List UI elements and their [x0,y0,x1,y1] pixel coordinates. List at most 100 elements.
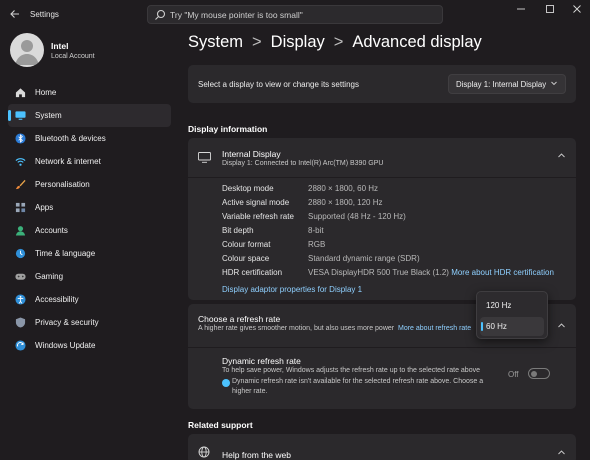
app-title: Settings [30,10,59,19]
refresh-option-label: 120 Hz [486,301,512,310]
chevron-up-icon[interactable] [557,151,566,162]
sidebar-nav: Home System Bluetooth & devices Network … [8,81,171,357]
sidebar-item-personalisation[interactable]: Personalisation [8,173,171,196]
sidebar-item-accessibility[interactable]: Accessibility [8,288,171,311]
help-from-web-label: Help from the web [222,450,291,460]
toggle-knob [531,370,537,377]
info-value: 2880 × 1800, 120 Hz [308,198,383,207]
maximize-icon[interactable] [541,4,559,16]
help-from-web-card[interactable]: Help from the web [188,434,576,460]
close-icon[interactable] [568,4,586,16]
wifi-icon [15,158,26,166]
update-icon [15,340,26,351]
sidebar: Intel Local Account Home System Bluetoot… [0,30,180,460]
sidebar-item-windows-update[interactable]: Windows Update [8,334,171,357]
info-key: Colour space [222,254,270,263]
sidebar-item-label: Apps [35,203,54,212]
sidebar-item-label: Bluetooth & devices [35,134,106,143]
sidebar-item-system[interactable]: System [8,104,171,127]
system-icon [15,111,26,120]
user-name: Intel [51,41,69,51]
info-value: VESA DisplayHDR 500 True Black (1.2) Mor… [308,268,554,277]
breadcrumb-system[interactable]: System [188,33,243,51]
refresh-option-120hz[interactable]: 120 Hz [480,296,544,315]
display-information-card: Internal Display Display 1: Connected to… [188,138,576,300]
info-key: Bit depth [222,226,254,235]
accounts-icon [15,226,26,236]
sidebar-item-apps[interactable]: Apps [8,196,171,219]
sidebar-item-network[interactable]: Network & internet [8,150,171,173]
display-description: Display 1: Connected to Intel(R) Arc(TM)… [222,160,384,167]
toggle-state-label: Off [508,370,519,379]
monitor-icon [198,152,211,163]
sidebar-item-label: Home [35,88,57,97]
info-key: HDR certification [222,268,283,277]
dynamic-refresh-description: To help save power, Windows adjusts the … [222,367,480,374]
breadcrumb-display[interactable]: Display [271,33,325,51]
search-box[interactable] [147,5,443,24]
sidebar-item-label: Gaming [35,272,64,281]
display-information-header[interactable]: Internal Display Display 1: Connected to… [188,138,576,178]
refresh-rate-description-text: A higher rate gives smoother motion, but… [198,325,395,332]
display-information-heading: Display information [188,124,268,134]
globe-clock-icon [15,248,26,259]
sidebar-item-label: Accounts [35,226,68,235]
sidebar-item-gaming[interactable]: Gaming [8,265,171,288]
refresh-option-label: 60 Hz [486,322,507,331]
gamepad-icon [15,273,26,280]
refresh-rate-link[interactable]: More about refresh rate [398,325,471,332]
hdr-certification-link[interactable]: More about HDR certification [451,268,554,277]
info-value: Standard dynamic range (SDR) [308,254,420,263]
sidebar-item-bluetooth[interactable]: Bluetooth & devices [8,127,171,150]
sidebar-item-accounts[interactable]: Accounts [8,219,171,242]
info-key: Colour format [222,240,271,249]
sidebar-item-label: Windows Update [35,341,96,350]
info-icon [222,379,230,387]
info-key: Variable refresh rate [222,212,294,221]
avatar[interactable] [10,33,44,67]
info-key: Active signal mode [222,198,290,207]
globe-icon [198,446,210,458]
display-name: Internal Display [222,149,281,159]
sidebar-item-time-language[interactable]: Time & language [8,242,171,265]
sidebar-item-home[interactable]: Home [8,81,171,104]
title-bar: Settings [0,0,590,30]
refresh-rate-dropdown: 120 Hz 60 Hz [476,291,548,339]
refresh-rate-title: Choose a refresh rate [198,314,281,324]
bluetooth-icon [15,133,26,144]
breadcrumb-separator: > [333,33,344,51]
refresh-option-60hz[interactable]: 60 Hz [480,317,544,336]
breadcrumb: System > Display > Advanced display [188,33,482,52]
dynamic-refresh-toggle[interactable] [528,368,550,379]
accessibility-icon [15,294,26,305]
info-value: 2880 × 1800, 60 Hz [308,184,379,193]
chevron-up-icon[interactable] [557,321,566,332]
back-arrow-icon[interactable] [8,8,22,22]
breadcrumb-separator: > [252,33,262,51]
info-key: Desktop mode [222,184,274,193]
chevron-down-icon [550,79,558,89]
user-account-type: Local Account [51,53,95,60]
hdr-certification-value: VESA DisplayHDR 500 True Black (1.2) [308,268,449,277]
sidebar-item-privacy[interactable]: Privacy & security [8,311,171,334]
refresh-rate-description: A higher rate gives smoother motion, but… [198,324,480,334]
display-select-label: Select a display to view or change its s… [198,80,359,89]
info-value: RGB [308,240,326,249]
display-adapter-properties-link[interactable]: Display adaptor properties for Display 1 [222,285,362,294]
sidebar-item-label: System [35,111,62,120]
shield-icon [15,317,26,328]
search-input[interactable] [170,6,438,23]
dynamic-refresh-warning: Dynamic refresh rate isn't available for… [232,378,484,395]
page-title: Advanced display [352,33,482,51]
search-icon [155,9,166,20]
chevron-up-icon[interactable] [557,448,566,459]
sidebar-item-label: Network & internet [35,157,101,166]
apps-icon [15,202,26,213]
display-dropdown[interactable]: Display 1: Internal Display [448,74,566,94]
related-support-heading: Related support [188,420,253,430]
info-value: 8-bit [308,226,324,235]
sidebar-item-label: Personalisation [35,180,90,189]
display-select-card: Select a display to view or change its s… [188,65,576,103]
info-value: Supported (48 Hz - 120 Hz) [308,212,406,221]
minimize-icon[interactable] [512,4,530,16]
